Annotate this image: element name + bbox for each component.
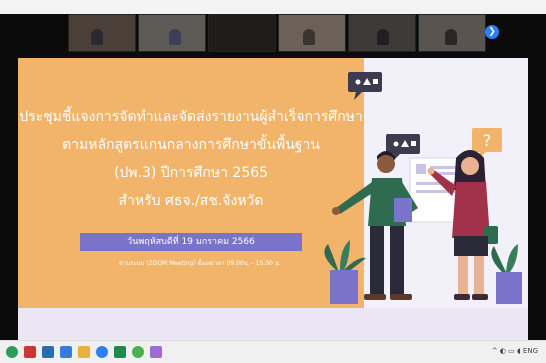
slide-subtitle: สำหรับ ศธจ./สช.จังหวัด <box>118 193 264 209</box>
tray-icons: ^ ◐ ▭ ◖ <box>491 347 523 355</box>
system-tray[interactable]: ^ ◐ ▭ ◖ ENG <box>492 347 538 355</box>
slide-title-line-1: ประชุมชี้แจงการจัดทำและจัดส่งรายงานผู้สำ… <box>19 109 363 125</box>
shared-slide: ? ประชุมชี้แจงการจัดทำและจัดส่งรายงานผู้… <box>18 58 528 350</box>
meeting-date-banner: วันพฤหัสบดีที่ 19 มกราคม 2566 <box>80 233 302 251</box>
participant-tile[interactable] <box>68 14 136 52</box>
input-language[interactable]: ENG <box>523 347 538 355</box>
word-app-icon[interactable] <box>60 346 72 358</box>
window-titlebar <box>0 0 546 14</box>
participant-video <box>169 29 181 45</box>
plant-right <box>491 244 522 304</box>
pdf-app-icon[interactable] <box>24 346 36 358</box>
browser-icon[interactable] <box>42 346 54 358</box>
participant-tile[interactable] <box>278 14 346 52</box>
chat-bubble-icon <box>348 72 382 100</box>
spreadsheet-app-icon[interactable] <box>114 346 126 358</box>
question-mark: ? <box>483 131 492 150</box>
file-explorer-icon[interactable] <box>78 346 90 358</box>
participant-video <box>303 29 315 45</box>
windows-taskbar: ^ ◐ ▭ ◖ ENG <box>0 340 546 363</box>
participant-video <box>377 29 389 45</box>
participant-video <box>445 29 457 45</box>
participant-tile[interactable] <box>208 14 276 52</box>
participant-tile[interactable] <box>348 14 416 52</box>
chrome-icon[interactable] <box>132 346 144 358</box>
app-icon[interactable] <box>150 346 162 358</box>
participant-tile[interactable] <box>138 14 206 52</box>
participant-tile[interactable] <box>418 14 486 52</box>
slide-title-line-3: (ปพ.3) ปีการศึกษา 2565 <box>113 165 269 181</box>
participant-strip <box>68 14 486 54</box>
slide-title-line-2: ตามหลักสูตรแกนกลางการศึกษาขั้นพื้นฐาน <box>62 137 320 153</box>
start-app-icon[interactable] <box>6 346 18 358</box>
zoom-meeting-area: ❯ ? ประชุมชี้แจงการจัดทำและจัดส่งรายงานผ… <box>0 14 546 350</box>
zoom-app-icon[interactable] <box>96 346 108 358</box>
next-page-button[interactable]: ❯ <box>485 25 499 39</box>
plant-left <box>324 240 366 304</box>
participant-video <box>91 29 103 45</box>
meeting-time-note: ผ่านระบบ (ZOOM Meeting) ตั้งแต่เวลา 09.0… <box>119 260 281 267</box>
